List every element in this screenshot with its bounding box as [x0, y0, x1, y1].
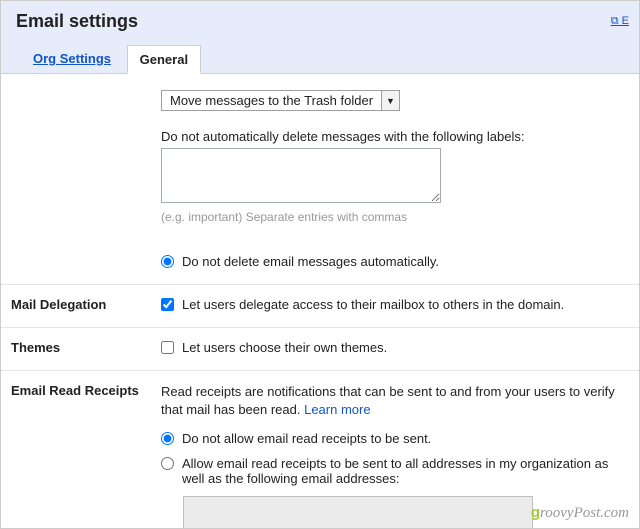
section-label-delegation: Mail Delegation	[1, 285, 151, 327]
watermark: groovyPost.com	[531, 504, 629, 522]
retention-no-delete-radio[interactable]	[161, 255, 174, 268]
labels-textarea[interactable]	[161, 148, 441, 203]
receipts-description: Read receipts are notifications that can…	[161, 383, 624, 419]
themes-checkbox[interactable]	[161, 341, 174, 354]
tabs: Org Settings General	[1, 44, 639, 73]
retention-action-select[interactable]: Move messages to the Trash folder ▼	[161, 90, 400, 111]
receipts-disallow-label: Do not allow email read receipts to be s…	[182, 431, 431, 446]
header: Email settings ⧉ E Org Settings General	[1, 1, 639, 73]
chevron-down-icon: ▼	[381, 91, 399, 110]
section-label-retention	[1, 74, 151, 284]
retention-no-delete-label: Do not delete email messages automatical…	[182, 254, 439, 269]
page-title: Email settings	[16, 11, 138, 32]
tab-general[interactable]: General	[127, 45, 201, 74]
section-label-receipts: Email Read Receipts	[1, 371, 151, 529]
learn-more-link[interactable]: Learn more	[304, 402, 370, 417]
expand-icon[interactable]: ⧉ E	[611, 15, 629, 28]
settings-content: Move messages to the Trash folder ▼ Do n…	[1, 73, 639, 529]
themes-text: Let users choose their own themes.	[182, 340, 387, 355]
labels-field-label: Do not automatically delete messages wit…	[161, 129, 624, 144]
select-value: Move messages to the Trash folder	[162, 91, 381, 110]
delegation-checkbox[interactable]	[161, 298, 174, 311]
receipts-allow-label: Allow email read receipts to be sent to …	[182, 456, 624, 486]
section-label-themes: Themes	[1, 328, 151, 370]
tab-org-settings[interactable]: Org Settings	[21, 45, 123, 72]
labels-hint: (e.g. important) Separate entries with c…	[161, 210, 624, 224]
receipts-allow-radio[interactable]	[161, 457, 174, 470]
delegation-text: Let users delegate access to their mailb…	[182, 297, 564, 312]
receipts-addresses-textarea[interactable]	[183, 496, 533, 529]
receipts-disallow-radio[interactable]	[161, 432, 174, 445]
